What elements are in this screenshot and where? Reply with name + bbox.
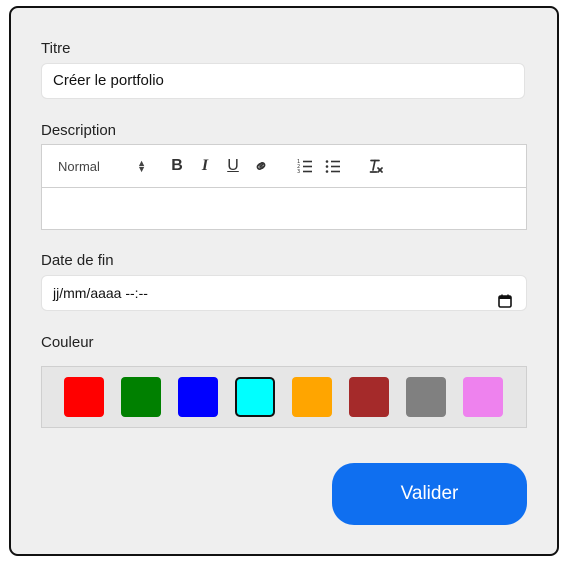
clear-format-icon[interactable] (365, 145, 387, 187)
description-label: Description (41, 122, 117, 139)
title-label: Titre (41, 40, 71, 57)
format-select-value: Normal (58, 158, 100, 174)
submit-button[interactable]: Valider (332, 463, 527, 525)
italic-icon[interactable]: I (194, 145, 216, 187)
description-editor: Normal ▲ ▼ B I U 123 (41, 144, 527, 230)
editor-content[interactable] (42, 188, 526, 230)
color-swatch[interactable] (406, 377, 446, 417)
underline-icon[interactable]: U (222, 145, 244, 187)
task-form-card: Titre Créer le portfolio Description Nor… (9, 6, 559, 556)
color-swatch[interactable] (178, 377, 218, 417)
color-label: Couleur (41, 334, 94, 351)
end-date-placeholder: jj/mm/aaaa --:-- (53, 285, 148, 301)
color-swatch[interactable] (121, 377, 161, 417)
end-date-label: Date de fin (41, 252, 114, 269)
format-select[interactable]: Normal ▲ ▼ (58, 145, 146, 187)
color-swatch[interactable] (235, 377, 275, 417)
svg-text:3: 3 (297, 169, 300, 174)
editor-toolbar: Normal ▲ ▼ B I U 123 (42, 145, 526, 188)
end-date-input[interactable]: jj/mm/aaaa --:-- (41, 275, 527, 311)
color-swatch[interactable] (292, 377, 332, 417)
link-icon[interactable] (250, 145, 272, 187)
ordered-list-icon[interactable]: 123 (294, 145, 316, 187)
bold-icon[interactable]: B (166, 145, 188, 187)
calendar-icon[interactable] (498, 286, 512, 320)
bullet-list-icon[interactable] (322, 145, 344, 187)
color-swatch[interactable] (64, 377, 104, 417)
title-input[interactable]: Créer le portfolio (41, 63, 525, 99)
color-picker (41, 366, 527, 428)
color-swatch[interactable] (349, 377, 389, 417)
color-swatch[interactable] (463, 377, 503, 417)
select-arrows-icon: ▲ ▼ (137, 158, 146, 174)
